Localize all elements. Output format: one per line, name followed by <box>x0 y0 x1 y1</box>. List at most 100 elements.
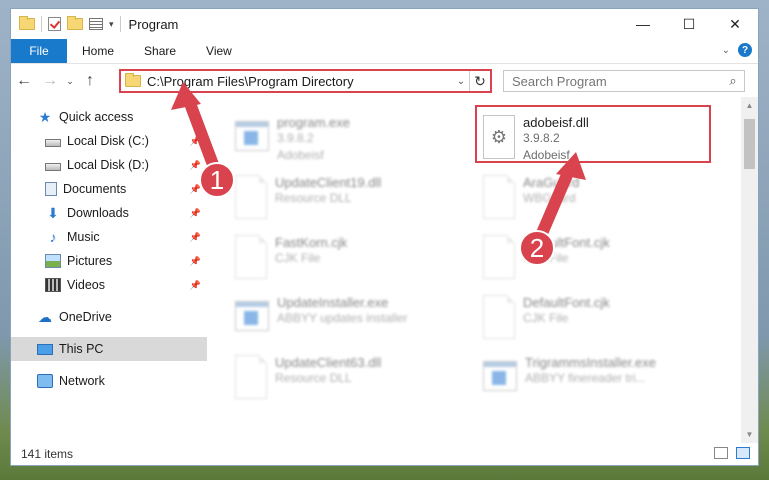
file-type: WBGuard <box>523 191 576 205</box>
sidebar-item-music[interactable]: ♪ Music 📌 <box>11 225 207 249</box>
address-folder-icon <box>125 73 141 87</box>
file-item-defaultfont-cjk-2[interactable]: DefaultFont.cjk CJK File <box>479 291 714 347</box>
exe-file-icon <box>235 301 269 331</box>
file-item-updateinstaller-exe[interactable]: UpdateInstaller.exe ABBYY updates instal… <box>231 291 466 347</box>
file-type: CJK File <box>523 311 569 325</box>
file-item-araguard[interactable]: AraGuard WBGuard <box>479 171 714 227</box>
star-icon: ★ <box>38 108 52 125</box>
download-arrow-icon: ⬇ <box>47 204 59 221</box>
exe-file-icon <box>235 121 269 151</box>
drive-icon <box>45 162 61 171</box>
scroll-down-icon[interactable]: ▼ <box>741 426 758 443</box>
cloud-icon: ☁ <box>38 308 52 325</box>
customize-dropdown-icon[interactable]: ▾ <box>109 19 114 30</box>
file-name: FastKorn.cjk <box>275 235 348 250</box>
network-icon <box>37 374 53 388</box>
file-name: AraGuard <box>523 175 580 190</box>
list-properties-icon[interactable] <box>89 18 103 30</box>
pin-icon[interactable]: 📌 <box>190 160 201 171</box>
file-name: TrigrammsInstaller.exe <box>525 355 656 370</box>
expand-ribbon-icon[interactable]: ⌄ <box>722 45 730 56</box>
file-company: Adobeisf <box>277 148 324 162</box>
scroll-up-icon[interactable]: ▲ <box>741 97 758 114</box>
search-icon[interactable]: ⌕ <box>722 73 744 89</box>
sidebar-item-onedrive[interactable]: ☁ OneDrive <box>11 305 207 329</box>
file-page-icon <box>483 295 515 339</box>
file-item-fastkorn-cjk[interactable]: FastKorn.cjk CJK File <box>231 231 466 287</box>
back-arrow-icon[interactable]: ← <box>11 72 37 90</box>
file-list: program.exe 3.9.8.2 Adobeisf ⚙ adobeisf.… <box>207 97 758 443</box>
sidebar-item-label: Music <box>67 230 100 244</box>
view-toggle <box>714 447 750 459</box>
pin-icon[interactable]: 📌 <box>190 232 201 243</box>
sidebar-item-videos[interactable]: Videos 📌 <box>11 273 207 297</box>
exe-file-icon <box>483 361 517 391</box>
file-name: UpdateInstaller.exe <box>277 295 389 310</box>
file-item-program-exe[interactable]: program.exe 3.9.8.2 Adobeisf <box>231 111 466 167</box>
up-arrow-icon[interactable]: ↑ <box>77 72 103 90</box>
address-path[interactable]: C:\Program Files\Program Directory <box>147 74 453 89</box>
window-title: Program <box>128 16 179 32</box>
sidebar-item-label: Downloads <box>67 206 129 220</box>
pin-icon[interactable]: 📌 <box>190 256 201 267</box>
sidebar-item-local-disk-d[interactable]: Local Disk (D:) 📌 <box>11 153 207 177</box>
explorer-window: ▾ Program — ☐ ✕ File Home Share View ⌄ ?… <box>10 8 759 466</box>
file-page-icon <box>235 175 267 219</box>
file-item-defaultfont-cjk[interactable]: DefaultFont.cjk CJK File <box>479 231 714 287</box>
recent-locations-chevron-icon[interactable]: ⌄ <box>63 76 77 87</box>
tab-file[interactable]: File <box>11 39 67 63</box>
address-bar[interactable]: C:\Program Files\Program Directory ⌄ ↻ <box>119 69 492 93</box>
file-type: CJK File <box>275 251 321 265</box>
close-button[interactable]: ✕ <box>712 9 758 39</box>
file-name: program.exe <box>277 115 350 130</box>
step-2-badge: 2 <box>519 230 555 266</box>
file-item-trigrammsinstaller-exe[interactable]: TrigrammsInstaller.exe ABBYY finereader … <box>479 351 714 407</box>
scroll-thumb[interactable] <box>744 119 755 169</box>
file-page-icon <box>235 355 267 399</box>
maximize-button[interactable]: ☐ <box>666 9 712 39</box>
pin-icon[interactable]: 📌 <box>190 280 201 291</box>
pin-icon[interactable]: 📌 <box>190 208 201 219</box>
file-name: UpdateClient63.dll <box>275 355 382 370</box>
quick-access-toolbar: ▾ <box>11 16 121 32</box>
properties-check-icon[interactable] <box>48 17 61 31</box>
sidebar-item-downloads[interactable]: ⬇ Downloads 📌 <box>11 201 207 225</box>
tab-share[interactable]: Share <box>129 39 191 63</box>
drive-icon <box>45 138 61 147</box>
pin-icon[interactable]: 📌 <box>190 136 201 147</box>
tab-home[interactable]: Home <box>67 39 129 63</box>
new-folder-icon[interactable] <box>67 16 83 30</box>
sidebar-item-label: Pictures <box>67 254 113 268</box>
folder-icon[interactable] <box>19 16 35 30</box>
help-icon[interactable]: ? <box>738 43 752 57</box>
tab-view[interactable]: View <box>191 39 247 63</box>
sidebar-item-network[interactable]: Network <box>11 369 207 393</box>
search-box[interactable]: ⌕ <box>503 70 745 92</box>
sidebar-item-label: Local Disk (C:) <box>67 134 149 148</box>
vertical-scrollbar[interactable]: ▲ ▼ <box>741 97 758 443</box>
sidebar-item-pictures[interactable]: Pictures 📌 <box>11 249 207 273</box>
sidebar-item-this-pc[interactable]: This PC <box>11 337 207 361</box>
sidebar-item-quick-access[interactable]: ★ Quick access <box>11 105 207 129</box>
file-type: Resource DLL <box>275 371 352 385</box>
tiles-view-icon[interactable] <box>736 447 750 459</box>
file-item-updateclient19-dll[interactable]: UpdateClient19.dll Resource DLL <box>231 171 466 227</box>
window-controls: — ☐ ✕ <box>620 9 758 39</box>
file-name: UpdateClient19.dll <box>275 175 382 190</box>
search-input[interactable] <box>504 72 722 90</box>
sidebar-item-documents[interactable]: Documents 📌 <box>11 177 207 201</box>
navigation-pane: ★ Quick access Local Disk (C:) 📌 Local D… <box>11 97 207 443</box>
file-page-icon <box>483 175 515 219</box>
forward-arrow-icon[interactable]: → <box>37 72 63 90</box>
file-page-icon <box>483 235 515 279</box>
step-1-badge: 1 <box>199 162 235 198</box>
sidebar-item-local-disk-c[interactable]: Local Disk (C:) 📌 <box>11 129 207 153</box>
minimize-button[interactable]: — <box>620 9 666 39</box>
details-view-icon[interactable] <box>714 447 728 459</box>
file-item-updateclient63-dll[interactable]: UpdateClient63.dll Resource DLL <box>231 351 466 407</box>
refresh-icon[interactable]: ↻ <box>469 71 490 91</box>
sidebar-item-label: OneDrive <box>59 310 112 324</box>
address-dropdown-icon[interactable]: ⌄ <box>453 76 469 87</box>
pictures-icon <box>45 254 61 268</box>
file-name: DefaultFont.cjk <box>523 295 610 310</box>
